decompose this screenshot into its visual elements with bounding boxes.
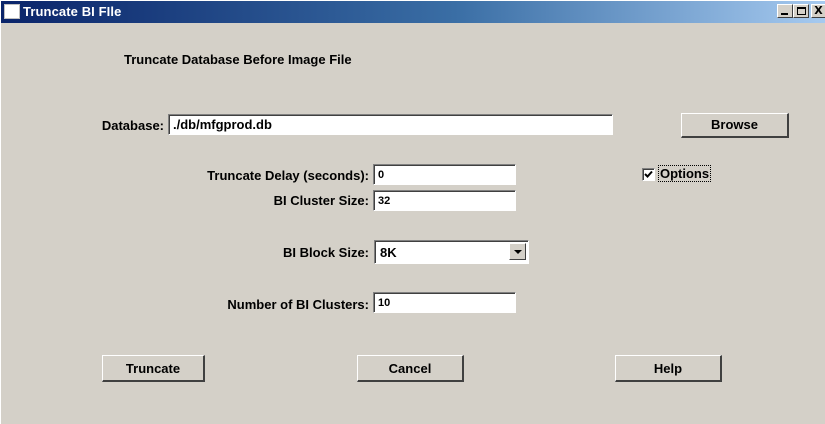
help-button[interactable]: Help [615,355,722,382]
cancel-button[interactable]: Cancel [357,355,464,382]
options-checkbox[interactable] [642,168,655,181]
truncate-button[interactable]: Truncate [102,355,205,382]
close-icon: X [814,4,823,17]
truncate-bi-dialog: Truncate BI FIle X Truncate Database Bef… [0,0,825,424]
truncate-delay-label: Truncate Delay (seconds): [207,168,369,183]
window-title: Truncate BI FIle [23,4,122,19]
window-icon [4,4,20,19]
chevron-down-icon[interactable] [509,243,526,260]
database-label: Database: [101,118,164,133]
maximize-button[interactable] [793,4,809,18]
truncate-delay-field[interactable]: 0 [373,164,516,185]
bi-block-size-select[interactable]: 8K [374,240,529,264]
options-label[interactable]: Options [657,165,712,182]
database-field[interactable]: ./db/mfgprod.db [168,114,613,135]
bi-cluster-size-field[interactable]: 32 [373,190,516,211]
minimize-button[interactable] [777,4,793,18]
number-of-bi-clusters-label: Number of BI Clusters: [227,297,369,312]
title-bar[interactable]: Truncate BI FIle X [1,1,825,23]
checkmark-icon [644,170,653,178]
dialog-heading: Truncate Database Before Image File [124,52,352,67]
maximize-icon [797,7,806,15]
browse-button[interactable]: Browse [681,113,789,138]
bi-cluster-size-label: BI Cluster Size: [273,193,369,208]
number-of-bi-clusters-field[interactable]: 10 [373,292,516,313]
bi-block-size-label: BI Block Size: [283,245,369,260]
close-button[interactable]: X [811,4,825,18]
bi-block-size-value: 8K [380,245,397,260]
minimize-icon [781,13,788,15]
